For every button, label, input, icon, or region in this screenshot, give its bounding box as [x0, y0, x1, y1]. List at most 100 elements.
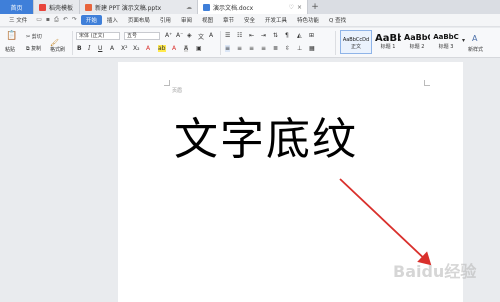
ribbon: 📋 粘贴 ✂ 剪切 ⧉ 复制 🖌 格式刷 宋体 (正文) 五号 A⁺ A⁻ ◈ …: [0, 28, 500, 58]
template-icon: [39, 3, 46, 11]
copy-button[interactable]: ⧉ 复制: [26, 45, 41, 52]
tab-bar: 首页 稻壳模板 新建 PPT 演示文稿.pptx ☁ 演示文档.docx ♡ ×…: [0, 0, 500, 14]
superscript-icon[interactable]: X²: [121, 45, 128, 52]
style-heading-1[interactable]: AaBb 标题 1: [374, 30, 402, 54]
quick-access-toolbar: ▭ ▪ ⎙ ↶ ↷: [32, 16, 81, 24]
align-right-icon[interactable]: ≡: [249, 45, 254, 52]
char-shading-icon[interactable]: A: [184, 45, 189, 52]
cut-label: 剪切: [31, 34, 42, 40]
ppt-icon: [85, 3, 92, 11]
menu-item-review[interactable]: 审阅: [176, 16, 197, 24]
tab-template[interactable]: 稻壳模板: [34, 0, 80, 14]
style-sample: AaBbC: [404, 33, 430, 42]
undo-icon[interactable]: ↶: [63, 16, 68, 24]
style-label: 标题 2: [409, 44, 425, 50]
style-heading-2[interactable]: AaBbC 标题 2: [403, 30, 431, 54]
tab-home[interactable]: 首页: [0, 0, 34, 14]
tab-home-label: 首页: [10, 4, 23, 12]
distribute-icon[interactable]: ≣: [273, 45, 278, 52]
clear-format-icon[interactable]: ◈: [187, 32, 192, 39]
menu-item-home[interactable]: 开始: [80, 15, 102, 25]
menu-item-security[interactable]: 安全: [239, 16, 260, 24]
table-icon[interactable]: ▦: [309, 45, 315, 52]
print-icon[interactable]: ⎙: [54, 16, 59, 24]
cut-icon: ✂: [26, 34, 31, 40]
bullet-list-icon[interactable]: ☰: [225, 32, 230, 39]
numbered-list-icon[interactable]: ☷: [237, 32, 242, 39]
align-left-icon[interactable]: ≡: [225, 45, 231, 52]
menu-item-references[interactable]: 引用: [155, 16, 176, 24]
menu-item-chapter[interactable]: 章节: [218, 16, 239, 24]
menu-item-developer[interactable]: 开发工具: [260, 16, 292, 24]
cloud-icon: ☁: [186, 3, 192, 11]
show-marks-icon[interactable]: ¶: [285, 32, 289, 39]
style-label: 标题 1: [380, 44, 396, 50]
font-size-select[interactable]: 五号: [124, 32, 160, 40]
open-icon[interactable]: ▭: [36, 16, 42, 24]
cut-button[interactable]: ✂ 剪切: [26, 33, 42, 40]
sort-icon[interactable]: ⇅: [273, 32, 278, 39]
justify-icon[interactable]: ≡: [261, 45, 266, 52]
styles-expand-icon[interactable]: ▾: [462, 37, 465, 44]
style-label: 标题 3: [438, 44, 454, 50]
highlight-icon[interactable]: ab: [158, 45, 166, 52]
new-style-button[interactable]: 新样式: [468, 46, 483, 53]
tab-ppt[interactable]: 新建 PPT 演示文稿.pptx ☁: [80, 0, 198, 14]
word-icon: [203, 3, 210, 11]
divider: [220, 31, 221, 55]
format-painter-button[interactable]: 格式刷: [50, 46, 65, 53]
save-icon[interactable]: ▪: [46, 16, 50, 24]
watermark: Baidu经验: [393, 262, 477, 281]
font-color-icon[interactable]: A: [146, 45, 150, 52]
menu-item-view[interactable]: 视图: [197, 16, 218, 24]
tab-docx[interactable]: 演示文档.docx ♡ ×: [198, 0, 308, 14]
menu-item-insert[interactable]: 插入: [102, 16, 123, 24]
paste-icon[interactable]: 📋: [6, 31, 17, 41]
font-name-select[interactable]: 宋体 (正文): [76, 32, 120, 40]
paste-button[interactable]: 粘贴: [5, 46, 15, 53]
new-tab-button[interactable]: +: [308, 0, 322, 14]
tab-docx-label: 演示文档.docx: [213, 4, 254, 12]
text-effect-icon[interactable]: A: [172, 45, 176, 52]
margin-corner-mark: [424, 80, 430, 86]
outdent-icon[interactable]: ⇤: [249, 32, 254, 39]
italic-icon[interactable]: I: [88, 45, 90, 52]
style-sample: AaBbC: [433, 33, 459, 41]
menu-item-layout[interactable]: 页面布局: [123, 16, 155, 24]
align-center-icon[interactable]: ≡: [237, 45, 242, 52]
copy-icon: ⧉: [26, 46, 30, 52]
divider: [335, 31, 336, 55]
grow-font-icon[interactable]: A⁺: [165, 32, 172, 39]
divider: [72, 31, 73, 55]
subscript-icon[interactable]: X₂: [133, 45, 140, 52]
style-heading-3[interactable]: AaBbC 标题 3: [432, 30, 460, 54]
char-border-icon[interactable]: ▣: [196, 45, 202, 52]
line-spacing-icon[interactable]: ⇳: [285, 45, 290, 52]
menu-item-features[interactable]: 特色功能: [292, 16, 324, 24]
shrink-font-icon[interactable]: A⁻: [176, 32, 183, 39]
border-char-icon[interactable]: A: [209, 32, 213, 39]
file-menu[interactable]: 三 文件: [4, 16, 32, 24]
style-label: 正文: [350, 44, 361, 50]
border-icon[interactable]: ⊞: [309, 32, 314, 39]
style-normal[interactable]: AaBbCcDd 正文: [340, 30, 372, 54]
indent-icon[interactable]: ⇥: [261, 32, 266, 39]
document-text[interactable]: 文字底纹: [174, 118, 358, 162]
copy-label: 复制: [31, 46, 42, 52]
new-style-icon[interactable]: A: [472, 34, 477, 43]
menu-bar: 三 文件 ▭ ▪ ⎙ ↶ ↷ 开始 插入 页面布局 引用 审阅 视图 章节 安全…: [0, 14, 500, 27]
phonetic-icon[interactable]: 文: [198, 32, 204, 41]
underline-icon[interactable]: U: [98, 45, 102, 52]
tab-stop-icon[interactable]: ⊥: [297, 45, 302, 52]
tab-ppt-label: 新建 PPT 演示文稿.pptx: [95, 4, 162, 12]
redo-icon[interactable]: ↷: [72, 16, 77, 24]
search-button[interactable]: Q 查找: [324, 16, 351, 24]
bold-icon[interactable]: B: [77, 45, 82, 52]
cloud-icon: ♡: [288, 3, 294, 11]
strikethrough-icon[interactable]: A: [110, 45, 114, 52]
margin-corner-mark: [164, 80, 170, 86]
shading-icon[interactable]: ◭: [297, 32, 302, 39]
tab-template-label: 稻壳模板: [49, 4, 74, 12]
header-label: 页眉: [172, 88, 183, 94]
close-icon[interactable]: ×: [297, 4, 302, 11]
